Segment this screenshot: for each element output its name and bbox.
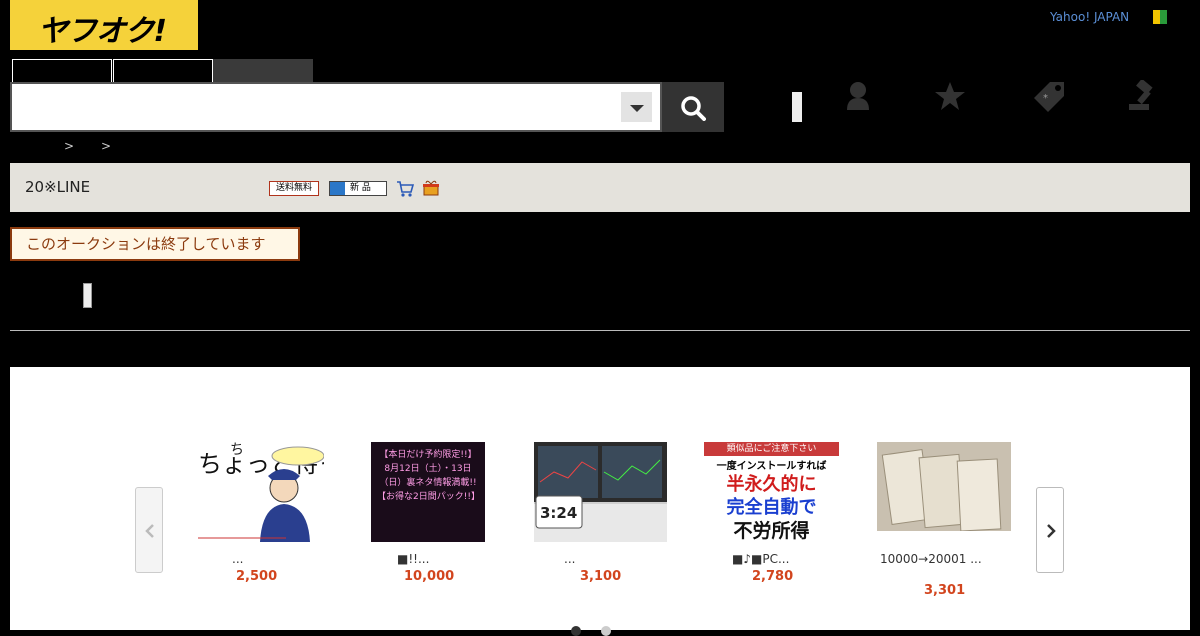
item-price: 3,301 [924, 583, 966, 598]
logo-text: ヤフオク! [38, 14, 167, 49]
new-item-badge: 新 品 [329, 181, 387, 196]
item-price: 3,100 [580, 569, 622, 584]
divider [10, 330, 1190, 331]
yahoo-japan-link[interactable]: Yahoo! JAPAN [1050, 10, 1129, 24]
item-image-banner: 類似品にご注意下さい [704, 442, 839, 456]
search-tab-1[interactable] [12, 59, 112, 82]
item-price: 10,000 [404, 569, 455, 584]
item-image-text: 【本日だけ予約限定!!】8月12日（土）・13日（日）裏ネタ情報満載!!【お得な… [377, 450, 479, 502]
carousel-next-button[interactable] [1036, 487, 1064, 573]
item-title[interactable]: ■♪■PC... [732, 552, 789, 566]
new-badge-label: 新 品 [350, 183, 371, 193]
category-dropdown[interactable] [621, 92, 652, 122]
yahuoku-logo[interactable]: ヤフオク! [10, 0, 198, 50]
carousel-dot-active[interactable] [571, 626, 581, 636]
chevron-right-icon [1047, 524, 1056, 538]
auction-ended-notice: このオークションは終了しています [10, 227, 300, 261]
item-info-bar [10, 163, 1190, 212]
item-image[interactable]: ち ちょっと待った [190, 442, 366, 542]
breadcrumb-separator: > [101, 139, 112, 153]
search-button[interactable] [662, 82, 724, 132]
search-box [10, 82, 662, 132]
item-price: 2,780 [752, 569, 794, 584]
carousel-prev-button[interactable] [135, 487, 163, 573]
svg-text:3:24: 3:24 [540, 504, 577, 522]
item-price: 2,500 [236, 569, 278, 584]
user-icon[interactable] [842, 80, 874, 112]
free-shipping-badge: 送料無料 [269, 181, 319, 196]
item-image-line3: 不労所得 [733, 520, 810, 542]
item-title[interactable]: ... [232, 552, 243, 566]
breadcrumb-separator: > [64, 139, 75, 153]
scroll-handle[interactable] [83, 283, 92, 308]
tag-icon[interactable]: * [1032, 80, 1064, 112]
gavel-icon[interactable] [1127, 78, 1159, 112]
item-image[interactable]: 3:24 [534, 442, 667, 542]
gift-icon [422, 179, 440, 197]
item-title[interactable]: 10000→20001 ... [880, 552, 1000, 566]
notice-bar-icon[interactable] [792, 92, 802, 122]
cart-icon [396, 180, 415, 198]
carousel-dot[interactable] [601, 626, 611, 636]
search-tab-2[interactable] [113, 59, 213, 82]
chevron-left-icon [145, 524, 154, 538]
item-title[interactable]: ■!!... [397, 552, 429, 566]
item-image[interactable] [877, 442, 1011, 532]
item-image[interactable]: 類似品にご注意下さい 一度インストールすれば 半永久的に 完全自動で 不労所得 [704, 442, 839, 542]
item-title[interactable]: ... [564, 552, 575, 566]
search-icon [681, 96, 706, 121]
item-image[interactable]: 【本日だけ予約限定!!】8月12日（土）・13日（日）裏ネタ情報満載!!【お得な… [371, 442, 485, 542]
star-icon[interactable] [934, 80, 966, 112]
item-title: 20※LINE [25, 178, 91, 196]
svg-text:*: * [1043, 93, 1048, 104]
search-input[interactable] [18, 90, 622, 126]
search-tab-3[interactable] [213, 59, 313, 82]
beginner-mark-icon[interactable] [1153, 10, 1167, 24]
